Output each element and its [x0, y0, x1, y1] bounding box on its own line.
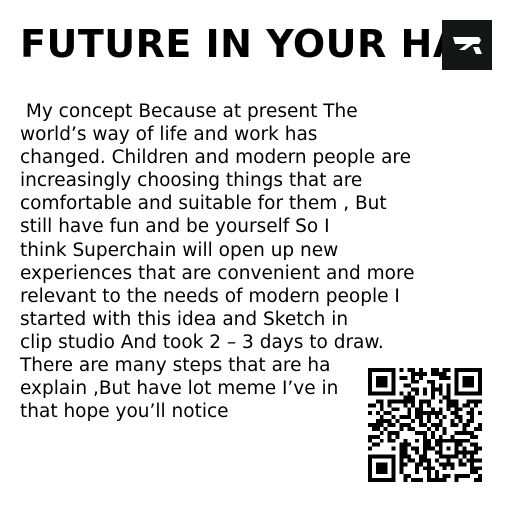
brand-logo-icon: [442, 20, 492, 70]
text-line: relevant to the needs of modern people I: [20, 285, 400, 307]
page-title: FUTURE IN YOUR HAN: [20, 22, 496, 66]
text-line: increasingly choosing things that are: [20, 170, 363, 192]
text-line: My concept Because at present The: [20, 101, 358, 122]
text-line: comfortable and suitable for them , But: [20, 193, 387, 215]
text-line: clip studio And took 2 – 3 days to draw.: [20, 331, 384, 353]
text-line: world’s way of life and work has: [20, 124, 318, 146]
qr-code-icon: [368, 368, 482, 482]
text-line: experiences that are convenient and more: [20, 262, 415, 284]
text-line: still have fun and be yourself So I: [20, 216, 330, 238]
text-line: think Superchain will open up new: [20, 239, 339, 261]
text-line: started with this idea and Sketch in: [20, 308, 349, 330]
text-line: changed. Children and modern people are: [20, 147, 411, 169]
